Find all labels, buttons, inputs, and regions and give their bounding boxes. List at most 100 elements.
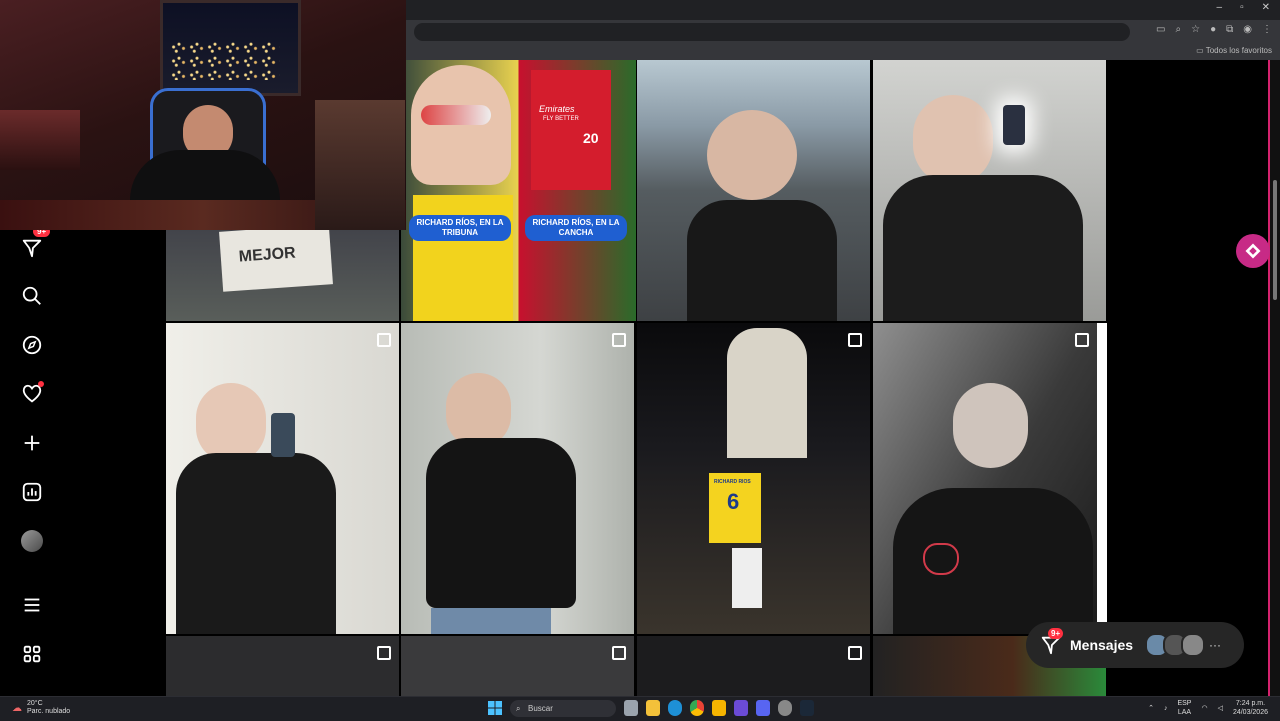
post-tile[interactable] <box>401 323 634 634</box>
nav-messages[interactable]: 9+ <box>16 226 51 264</box>
scroll-thumb[interactable] <box>1273 180 1277 300</box>
post-label-cancha: RICHARD RÍOS, EN LA CANCHA <box>525 215 627 241</box>
all-bookmarks-link[interactable]: ▭ Todos los favoritos <box>1196 46 1272 55</box>
post-label-tribuna: RICHARD RÍOS, EN LA TRIBUNA <box>409 215 511 241</box>
webcam-city-lights <box>170 40 280 80</box>
post-tile[interactable] <box>637 636 870 696</box>
nav-search[interactable] <box>16 280 48 312</box>
bookmarks-bar: ▭ Todos los favoritos <box>406 44 1280 61</box>
weather-temp: 20°C <box>27 700 43 707</box>
close-button[interactable]: ✕ <box>1262 2 1270 13</box>
post-jersey-black <box>176 453 336 634</box>
windows-taskbar: ☁ 20°C Parc. nublado ⌕ Buscar ⌃ ♪ ESP LA… <box>0 696 1280 721</box>
post-portrait <box>913 95 993 185</box>
nav-explore[interactable] <box>16 329 48 361</box>
carousel-icon <box>377 333 391 347</box>
post-sweater <box>883 175 1083 321</box>
post-tile[interactable] <box>166 636 399 696</box>
puzzle-icon[interactable]: ⧉ <box>1226 24 1233 35</box>
post-tile[interactable]: Emirates FLY BETTER 20 RICHARD RÍOS, EN … <box>401 60 636 321</box>
weather-desc: Parc. nublado <box>27 708 71 715</box>
nav-apps[interactable] <box>16 638 48 670</box>
cast-icon[interactable]: ▭ <box>1156 24 1165 35</box>
chrome-icon[interactable] <box>690 700 704 716</box>
messages-widget[interactable]: 9+ Mensajes ··· <box>1026 622 1244 668</box>
post-tile[interactable] <box>401 636 634 696</box>
post-tile[interactable] <box>166 323 399 634</box>
search-icon <box>22 286 41 305</box>
zoom-icon[interactable]: ⌕ <box>1176 24 1182 35</box>
browser-toolbar: ▭ ⌕ ☆ ● ⧉ ◉ ⋮ <box>1156 24 1272 35</box>
nav-more[interactable] <box>16 589 48 621</box>
bookmark-star-icon[interactable]: ☆ <box>1191 24 1200 35</box>
extension-floating-button[interactable] <box>1236 234 1270 268</box>
omnibox[interactable] <box>414 23 1130 41</box>
taskbar-search[interactable]: ⌕ Buscar <box>510 700 616 717</box>
webcam-chair-right <box>315 100 405 230</box>
wifi-icon[interactable]: ◠ <box>1201 704 1207 712</box>
warning-icon[interactable] <box>712 700 726 716</box>
post-portrait <box>446 373 511 448</box>
diamond-icon <box>1245 243 1261 259</box>
edge-icon[interactable] <box>668 700 682 716</box>
clock[interactable]: 7:24 p.m. 24/03/2026 <box>1233 699 1268 717</box>
extension-icon[interactable]: ● <box>1210 24 1216 35</box>
kebab-menu-icon[interactable]: ⋮ <box>1262 24 1272 35</box>
minimize-button[interactable]: – <box>1217 2 1223 13</box>
messages-icon <box>22 239 42 258</box>
search-icon: ⌕ <box>516 703 521 713</box>
post-sweater <box>687 200 837 321</box>
nav-profile[interactable] <box>16 525 48 557</box>
maximize-button[interactable]: ▫ <box>1240 2 1244 13</box>
carousel-icon <box>612 333 626 347</box>
explore-icon <box>22 335 42 355</box>
weather-icon: ☁ <box>12 702 22 714</box>
app-icon[interactable] <box>778 700 792 716</box>
capcut-icon[interactable] <box>734 700 748 716</box>
notification-dot <box>38 381 44 387</box>
steam-icon[interactable] <box>800 700 814 716</box>
webcam-shelf <box>0 110 80 170</box>
profile-icon[interactable]: ◉ <box>1243 24 1252 35</box>
plus-icon <box>24 435 40 451</box>
address-bar-row: ▭ ⌕ ☆ ● ⧉ ◉ ⋮ <box>406 20 1280 44</box>
nav-notifications[interactable] <box>16 378 48 410</box>
apps-icon <box>23 645 41 663</box>
file-explorer-icon[interactable] <box>646 700 660 716</box>
post-portrait <box>707 110 797 200</box>
post-sign: MEJOR <box>219 224 333 292</box>
volume-icon[interactable]: ◁ <box>1218 704 1223 712</box>
post-tile[interactable] <box>873 323 1107 634</box>
post-tile[interactable] <box>637 60 870 321</box>
weather-widget[interactable]: ☁ 20°C Parc. nublado <box>12 700 70 716</box>
post-portrait <box>196 383 266 463</box>
post-phone <box>271 413 295 457</box>
taskbar-apps <box>624 700 814 716</box>
carousel-icon <box>848 333 862 347</box>
discord-icon[interactable] <box>756 700 770 716</box>
post-glasses <box>421 105 491 125</box>
nav-create[interactable] <box>16 427 48 459</box>
language-indicator[interactable]: ESP LAA <box>1177 699 1191 717</box>
post-portrait <box>953 383 1028 468</box>
carousel-icon <box>1075 333 1089 347</box>
avatar <box>1181 633 1206 657</box>
post-portrait <box>411 65 511 185</box>
chevron-up-icon[interactable]: ⌃ <box>1148 704 1154 712</box>
windows-start-icon[interactable] <box>488 701 502 715</box>
nav-dashboard[interactable] <box>16 476 48 508</box>
more-icon: ··· <box>1209 638 1222 652</box>
post-jersey-yellow <box>413 195 513 321</box>
mic-icon[interactable]: ♪ <box>1164 705 1168 712</box>
post-yellow-jersey: RICHARD RIOS 6 <box>709 473 761 543</box>
task-view-icon[interactable] <box>624 700 638 716</box>
post-tile[interactable]: RICHARD RIOS 6 <box>637 323 870 634</box>
carousel-icon <box>848 646 862 660</box>
menu-icon <box>24 598 40 612</box>
post-tile[interactable] <box>873 60 1106 321</box>
messages-badge: 9+ <box>1048 628 1064 639</box>
post-jeans <box>431 608 551 634</box>
post-sweater <box>426 438 576 608</box>
page-scrollbar[interactable] <box>1270 60 1280 696</box>
profile-avatar <box>21 530 43 552</box>
